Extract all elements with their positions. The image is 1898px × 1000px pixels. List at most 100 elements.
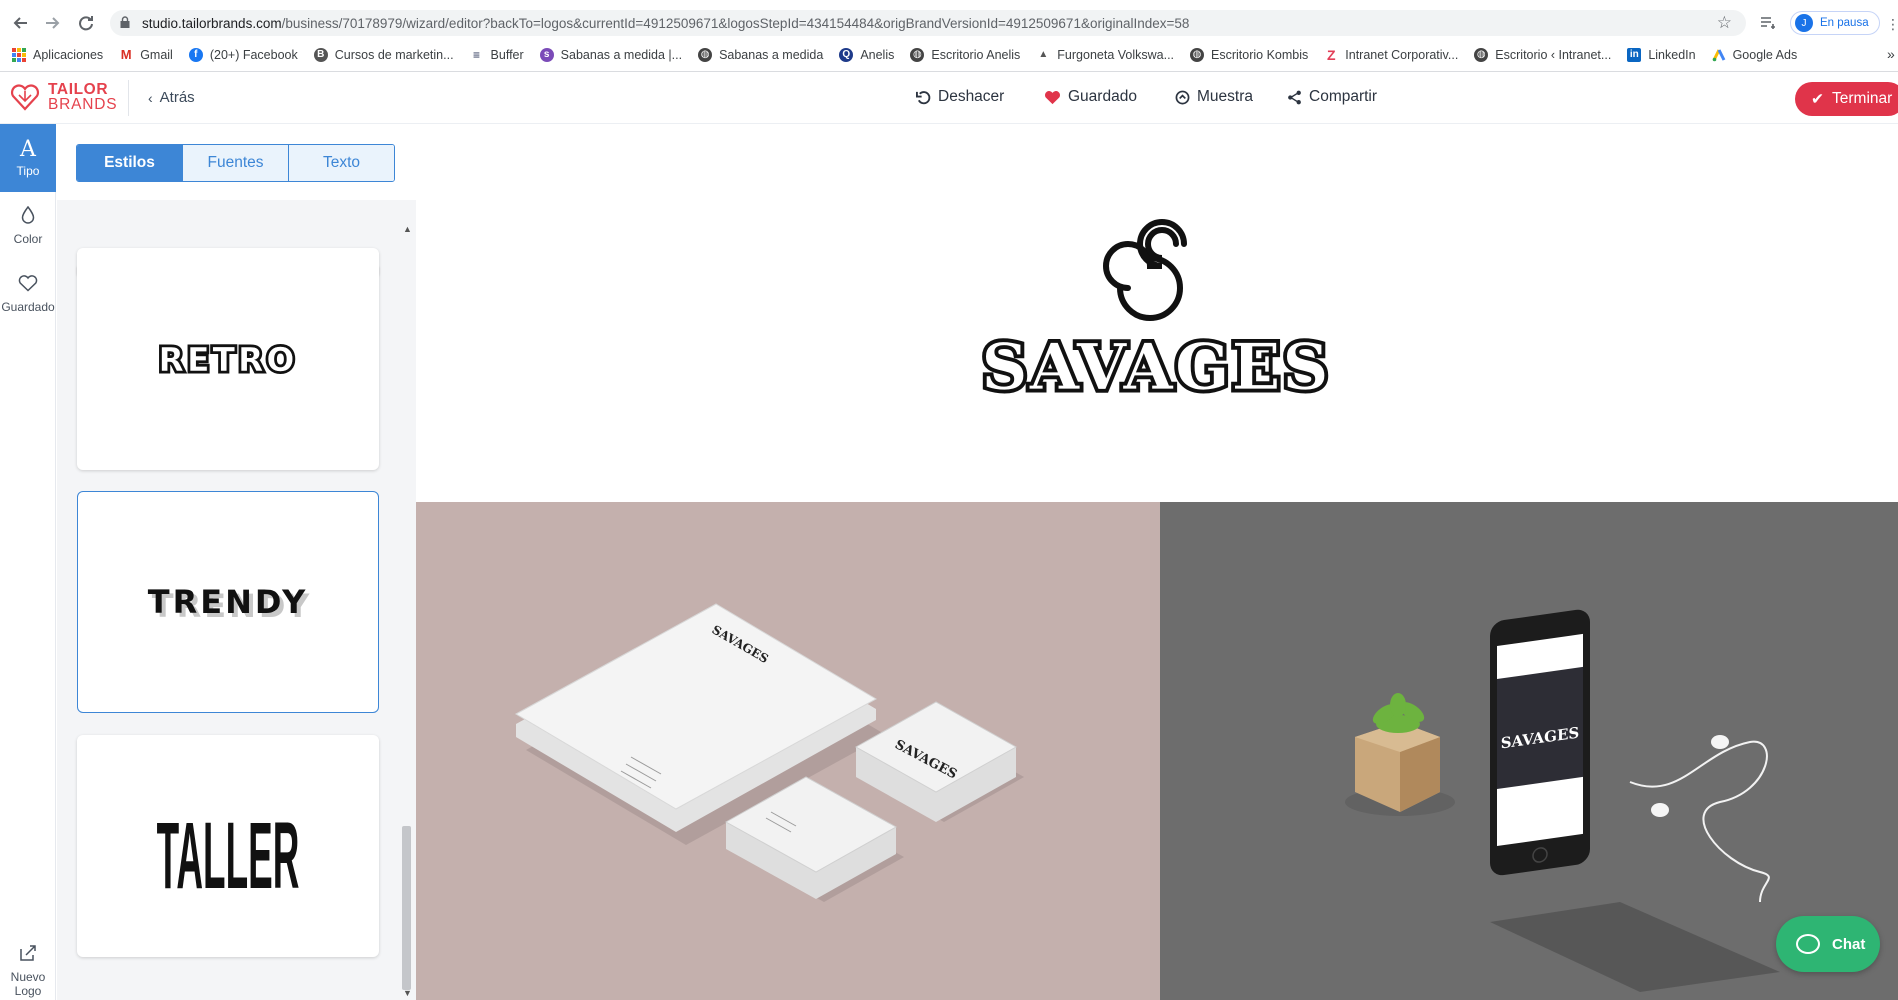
bookmark-label: Sabanas a medida |...	[560, 47, 683, 62]
facebook-icon: f	[188, 47, 203, 62]
rail-item-label: Color	[13, 232, 43, 246]
bookmark-label: Furgoneta Volkswa...	[1057, 47, 1175, 62]
bookmark-facebook[interactable]: f (20+) Facebook	[188, 47, 298, 62]
rail-item-label: Guardado	[1, 299, 55, 314]
style-name-trendy: TRENDY	[148, 583, 309, 621]
tab-estilos[interactable]: Estilos	[77, 145, 182, 181]
bookmark-escritorio-anelis[interactable]: ◍ Escritorio Anelis	[910, 47, 1021, 62]
back-label: Atrás	[159, 89, 195, 106]
new-logo-button[interactable]: Nuevo Logo	[0, 942, 56, 1000]
bookmark-aplicaciones[interactable]: Aplicaciones	[12, 47, 104, 62]
anelis-icon: Q	[839, 47, 854, 62]
bookmark-intranet[interactable]: Z Intranet Corporativ...	[1324, 47, 1458, 63]
app-header: TAILOR BRANDS ‹ Atrás Deshacer Guardado …	[0, 72, 1898, 124]
address-bar[interactable]: studio.tailorbrands.com/business/7017897…	[110, 10, 1746, 36]
style-card-retro[interactable]: RETRO RETRO	[77, 248, 379, 470]
style-card-trendy[interactable]: TRENDY TRENDY	[77, 491, 379, 713]
saved-button[interactable]: Guardado	[1044, 88, 1137, 106]
bookmark-label: Sabanas a medida	[719, 47, 824, 62]
scrollbar-thumb[interactable]	[402, 826, 411, 990]
left-rail: A Tipo Color Guardado Nuevo Logo	[0, 124, 56, 1000]
bookmark-furgoneta[interactable]: ▲ Furgoneta Volkswa...	[1036, 48, 1174, 62]
globe-icon: ◍	[698, 47, 713, 62]
url-text: studio.tailorbrands.com/business/7017897…	[142, 16, 1190, 31]
apps-grid-icon	[12, 47, 26, 62]
chevron-left-icon: ‹	[148, 89, 153, 106]
drop-icon	[21, 205, 35, 228]
scroll-down-icon[interactable]: ▼	[403, 988, 412, 998]
avatar: J	[1795, 14, 1813, 32]
bookmark-linkedin[interactable]: in LinkedIn	[1627, 47, 1696, 62]
preview-circle-icon	[1175, 90, 1190, 105]
scroll-up-icon[interactable]: ▲	[403, 224, 412, 234]
new-logo-label-2: Logo	[14, 984, 42, 998]
undo-button[interactable]: Deshacer	[916, 88, 1004, 106]
google-ads-icon	[1712, 48, 1726, 62]
style-card-taller[interactable]: TALLER	[77, 735, 379, 957]
browser-menu-icon[interactable]: ⋮	[1886, 16, 1898, 33]
undo-icon	[916, 90, 931, 105]
style-preview-taller: TALLER	[157, 804, 300, 909]
preview-label: Muestra	[1197, 88, 1253, 105]
b-circle-icon: B	[313, 47, 328, 62]
share-label: Compartir	[1309, 88, 1378, 105]
brand-name-line2: BRANDS	[48, 96, 118, 113]
bookmark-sabanas-2[interactable]: ◍ Sabanas a medida	[698, 47, 824, 62]
panel-tabs-wrap: Estilos Fuentes Texto	[57, 124, 416, 200]
back-button[interactable]: ‹ Atrás	[148, 89, 195, 106]
style-preview-trendy: TRENDY TRENDY	[148, 583, 310, 625]
bookmark-label: Escritorio Anelis	[931, 47, 1021, 62]
stationery-mockup-image: SAVAGES SAVAGES	[514, 603, 1024, 902]
header-divider	[128, 80, 129, 116]
rail-item-saved[interactable]: Guardado	[0, 260, 56, 328]
preview-button[interactable]: Muestra	[1175, 88, 1253, 106]
globe-icon: ◍	[1190, 47, 1205, 62]
gmail-icon: M	[120, 47, 132, 62]
reload-icon[interactable]	[75, 12, 97, 34]
styles-panel: Estilos Fuentes Texto RETRO RETRO TRENDY…	[57, 124, 416, 1000]
bookmark-anelis[interactable]: Q Anelis	[839, 47, 895, 62]
panel-tabs: Estilos Fuentes Texto	[76, 144, 395, 182]
style-name-retro: RETRO	[159, 340, 298, 379]
bookmarks-overflow-icon[interactable]: »	[1887, 46, 1895, 62]
lock-icon	[120, 16, 130, 28]
checkmark-icon: ✔	[1811, 90, 1824, 108]
linkedin-icon: in	[1627, 47, 1642, 62]
heart-outline-icon	[18, 274, 38, 296]
tab-texto[interactable]: Texto	[288, 145, 394, 181]
bookmark-label: Google Ads	[1732, 47, 1798, 62]
heart-filled-icon	[1044, 90, 1061, 105]
bookmarks-bar: Aplicaciones M Gmail f (20+) Facebook B …	[0, 38, 1898, 72]
bookmark-kombis[interactable]: ◍ Escritorio Kombis	[1190, 47, 1308, 62]
chat-bubble-icon	[1796, 934, 1820, 954]
buffer-icon: ≡	[473, 47, 481, 62]
rail-item-label: Tipo	[16, 163, 40, 178]
bookmark-label: Anelis	[860, 47, 895, 62]
profile-button[interactable]: J En pausa	[1790, 11, 1880, 35]
bookmark-label: Cursos de marketin...	[334, 47, 454, 62]
chat-button[interactable]: Chat	[1776, 916, 1880, 972]
forward-arrow-icon[interactable]	[42, 12, 64, 34]
bookmark-google-ads[interactable]: Google Ads	[1712, 47, 1798, 62]
finish-button[interactable]: ✔ Terminar	[1795, 82, 1898, 116]
share-icon	[1287, 90, 1302, 105]
bookmark-star-icon[interactable]: ☆	[1717, 13, 1732, 33]
share-button[interactable]: Compartir	[1287, 88, 1377, 106]
bookmark-gmail[interactable]: M Gmail	[119, 47, 173, 62]
bookmark-label: Buffer	[490, 47, 524, 62]
bookmark-buffer[interactable]: ≡ Buffer	[470, 48, 524, 62]
bookmark-escritorio-intranet[interactable]: ◍ Escritorio ‹ Intranet...	[1474, 47, 1612, 62]
back-arrow-icon[interactable]	[9, 12, 31, 34]
brand-logo[interactable]: TAILOR BRANDS	[10, 82, 117, 112]
bookmark-cursos[interactable]: B Cursos de marketin...	[313, 47, 454, 62]
bookmark-label: Escritorio ‹ Intranet...	[1495, 47, 1612, 62]
reading-list-icon[interactable]	[1758, 13, 1778, 33]
type-a-icon: A	[20, 136, 36, 162]
bookmark-sabanas-1[interactable]: s Sabanas a medida |...	[539, 47, 683, 62]
rail-item-type[interactable]: A Tipo	[0, 124, 56, 192]
logo-preview[interactable]: SAVAGES SAVAGES	[956, 204, 1356, 404]
bookmark-label: Aplicaciones	[33, 47, 104, 62]
tab-fuentes[interactable]: Fuentes	[182, 145, 288, 181]
logo-text: SAVAGES	[981, 330, 1330, 404]
rail-item-color[interactable]: Color	[0, 192, 56, 260]
